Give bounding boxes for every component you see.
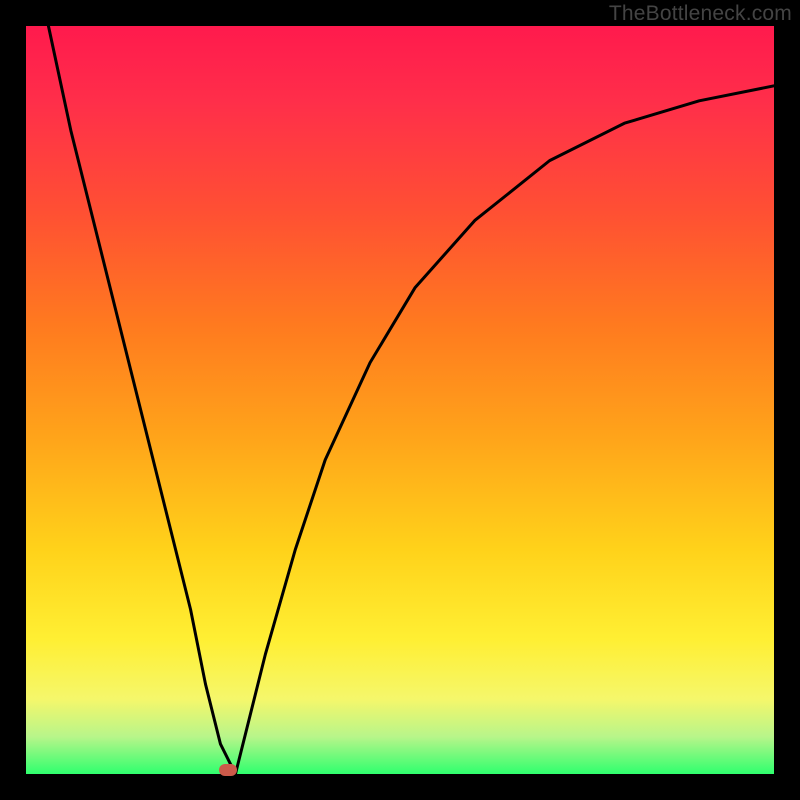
curve-svg — [26, 26, 774, 774]
bottleneck-curve — [48, 26, 774, 774]
min-marker — [219, 764, 237, 776]
watermark-text: TheBottleneck.com — [609, 2, 792, 26]
plot-area — [26, 26, 774, 774]
chart-frame: TheBottleneck.com — [0, 0, 800, 800]
